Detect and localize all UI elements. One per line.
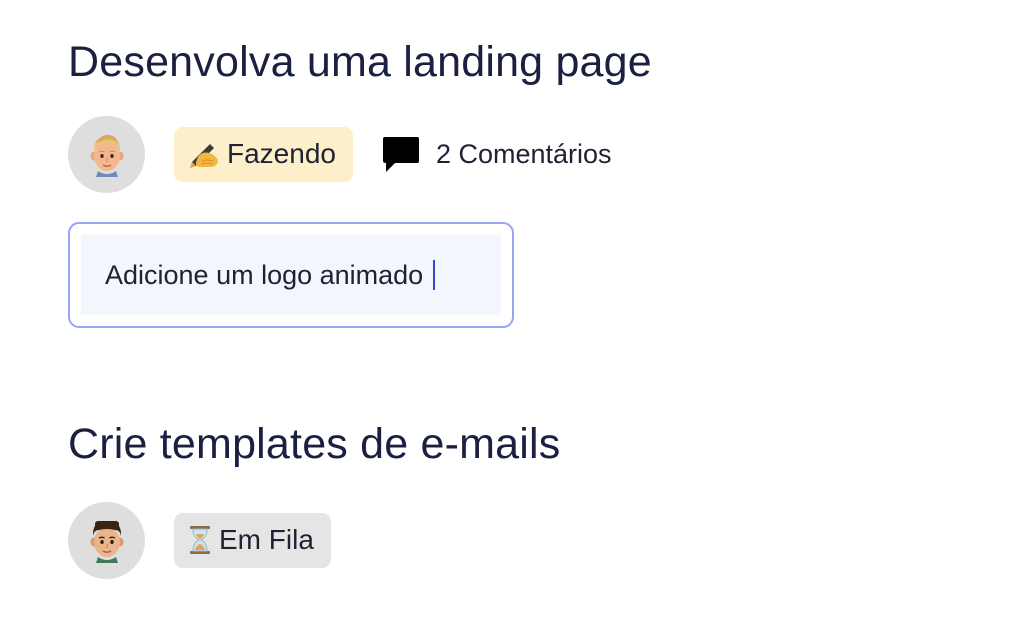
comments-count-label: 2 Comentários: [435, 138, 612, 169]
task-card-landing-page: Desenvolva uma landing page Fazendo 2 Co…: [68, 36, 652, 328]
hourglass-icon: [188, 525, 212, 555]
task-title[interactable]: Desenvolva uma landing page: [68, 36, 652, 88]
status-label: Fazendo: [227, 138, 336, 169]
subtask-input-container[interactable]: Adicione um logo animado: [68, 222, 514, 328]
comments-link[interactable]: 2 Comentários: [381, 134, 612, 174]
text-caret: [433, 260, 436, 290]
task-meta: Fazendo 2 Comentários: [68, 115, 652, 193]
subtask-input[interactable]: Adicione um logo animado: [81, 235, 501, 315]
writing-hand-icon: [188, 139, 220, 169]
blond-man-avatar-icon: [90, 134, 123, 177]
assignee-avatar[interactable]: [68, 501, 145, 579]
task-meta: Em Fila: [68, 501, 561, 579]
task-card-email-templates: Crie templates de e-mails Em Fila: [68, 418, 561, 579]
status-badge[interactable]: Fazendo: [174, 126, 353, 182]
task-title[interactable]: Crie templates de e-mails: [68, 418, 561, 470]
status-badge[interactable]: Em Fila: [174, 512, 331, 568]
dark-haired-man-avatar-icon: [90, 521, 123, 563]
status-label: Em Fila: [219, 524, 314, 555]
assignee-avatar[interactable]: [68, 115, 145, 193]
subtask-input-value: Adicione um logo animado: [105, 259, 424, 290]
comment-bubble-icon: [382, 137, 419, 172]
